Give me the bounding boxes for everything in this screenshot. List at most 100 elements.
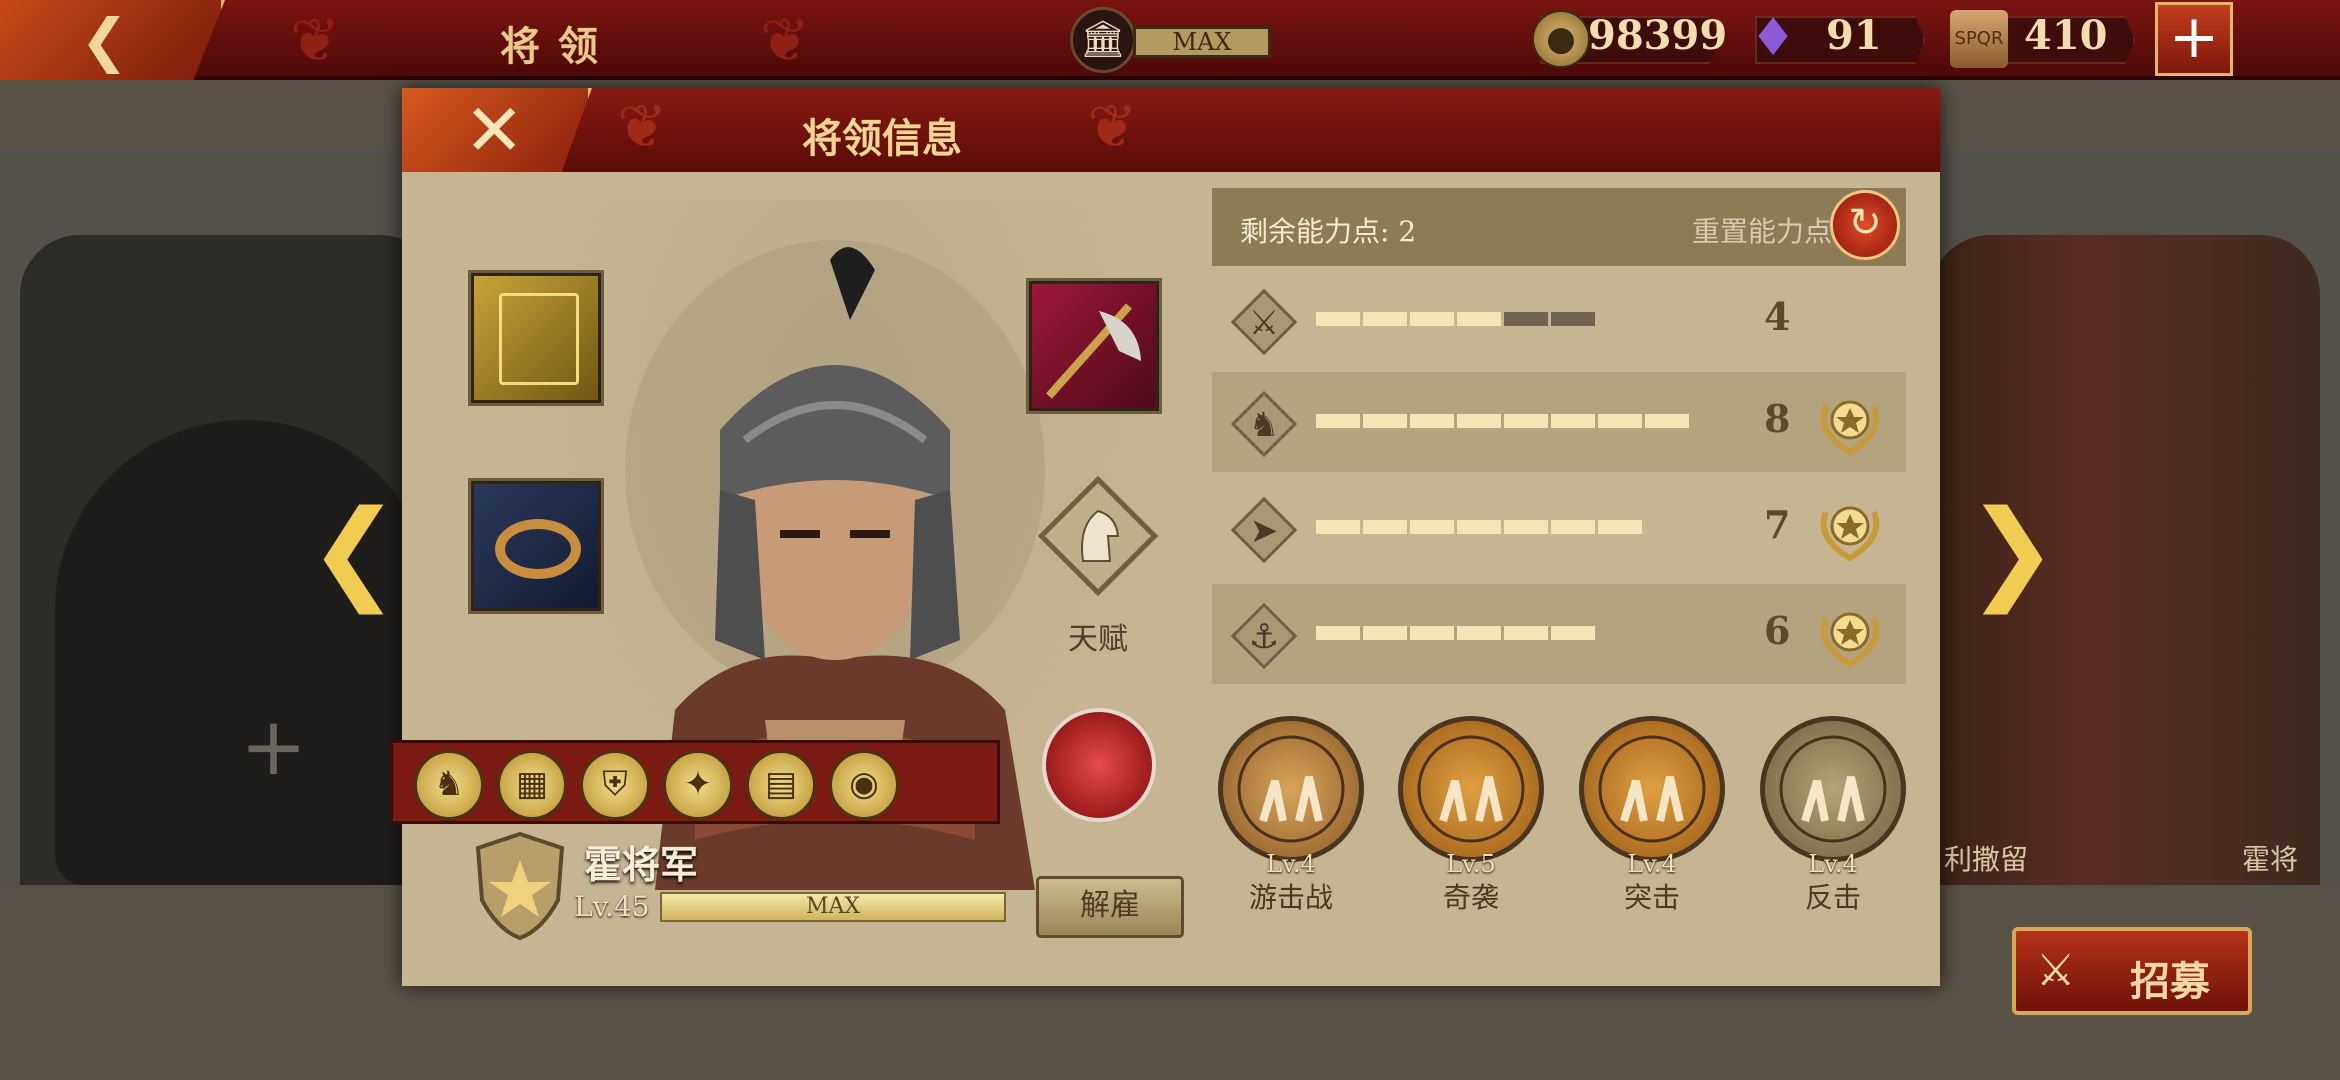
stat-pip-filled [1363,626,1407,640]
stat-pip-filled [1363,520,1407,534]
anchor-icon: ⚓ [1230,602,1298,670]
dialog-header: ✕ ❦ 将领信息 ❦ [402,88,1940,172]
stat-value: 6 [1764,608,1791,653]
coin-value: 98399 [1588,12,1728,59]
laurel-ornament-icon: ❦ [1087,92,1138,162]
laurel-ornament-icon: ❦ [290,6,341,76]
stat-value: 4 [1764,294,1791,339]
svg-text:⚓: ⚓ [1249,617,1279,657]
recruit-label: 招募 [2130,958,2210,1005]
tactic-level: Lv.4 [1808,850,1858,878]
stat-value: 8 [1764,396,1791,441]
stat-pips [1316,520,1642,536]
stat-pips [1316,626,1595,642]
plus-icon: + [240,700,308,793]
horse-medal-icon[interactable]: ♞ [414,750,484,820]
compass-medal-icon[interactable]: ✦ [663,750,733,820]
stat-pips [1316,414,1689,430]
equipment-slot-crown[interactable] [468,478,604,614]
shield-medal-icon[interactable]: ⛨ [580,750,650,820]
back-button[interactable]: ❮ [0,0,225,80]
tactic-4-icon[interactable] [1760,716,1906,862]
stat-row-infantry[interactable]: ⚔ 4 [1212,270,1906,370]
add-resource-button[interactable]: + [2155,2,2233,76]
equipment-slot-weapon[interactable] [1026,278,1162,414]
reset-points-label: 重置能力点 [1692,215,1833,248]
stat-pip-filled [1316,414,1360,428]
svg-text:♞: ♞ [1249,405,1279,445]
building-icon[interactable]: 🏛 [1070,7,1136,73]
coin-icon: ● [1532,10,1590,68]
laurel-star-icon[interactable] [1812,492,1888,564]
close-icon: ✕ [464,88,525,172]
tactic-3-icon[interactable] [1579,716,1725,862]
tactic-1-icon[interactable] [1218,716,1364,862]
hero-level: Lv.45 [574,890,650,923]
book-medal-icon[interactable]: ▤ [746,750,816,820]
laurel-ornament-icon: ❦ [617,92,668,162]
dialog-title: 将领信息 [802,115,962,162]
laurel-star-icon[interactable] [1812,386,1888,458]
tactic-name: 奇袭 [1442,881,1499,914]
building-level-badge: MAX [1133,26,1271,58]
remaining-points-label: 剩余能力点: 2 [1240,215,1417,248]
neighbor-general-name: 利撒留 [1944,843,2029,876]
helmet-medal-icon[interactable]: ◉ [829,750,899,820]
stat-pip-filled [1316,520,1360,534]
svg-text:➤: ➤ [1250,511,1279,551]
stat-pip-filled [1457,520,1501,534]
neighbor-general-name: 霍将 [2242,843,2299,876]
stat-pip-filled [1504,520,1548,534]
axe-weapon-icon [1046,303,1141,399]
page-title: 将领 [500,23,616,70]
stat-pip-empty [1504,312,1548,326]
dismiss-button[interactable]: 解雇 [1036,876,1184,938]
minerva-banner-icon [499,293,579,385]
next-general-arrow-icon[interactable]: ❯ [1966,495,2058,605]
stat-pip-filled [1410,312,1454,326]
close-button[interactable]: ✕ [402,88,592,172]
stat-pip-filled [1410,520,1454,534]
tactic-name: 突击 [1623,881,1680,914]
stat-pip-filled [1551,520,1595,534]
bow-icon: ➤ [1230,496,1298,564]
stat-pip-filled [1410,414,1454,428]
stat-pip-filled [1598,520,1642,534]
sword-icon: ⚔ [1230,288,1298,356]
tactic-2-icon[interactable] [1398,716,1544,862]
back-chevron-icon: ❮ [80,6,129,74]
rank-shield-icon [475,831,565,941]
tactic-level: Lv.4 [1627,850,1677,878]
stat-pip-filled [1551,414,1595,428]
level-progress-bar: MAX [660,892,1006,922]
stat-pips [1316,312,1595,328]
talent-horse-icon[interactable] [1028,466,1168,606]
tactic-level: Lv.5 [1446,850,1496,878]
hero-name: 霍将军 [584,842,699,887]
gem-value: 91 [1826,12,1882,59]
honor-value: 410 [2024,12,2108,59]
stat-pip-filled [1363,414,1407,428]
tactic-name: 反击 [1804,881,1861,914]
reset-points-button[interactable]: ↻ [1830,190,1900,260]
red-gem-icon[interactable] [1042,708,1156,822]
stat-pip-filled [1457,626,1501,640]
stat-row-archery[interactable]: ➤ 7 [1212,478,1906,578]
stat-pip-filled [1551,626,1595,640]
recruit-button[interactable]: ⚔ 招募 [2012,927,2252,1015]
spartan-helmet-icon: ⚔ [2036,945,2076,996]
stat-pip-filled [1504,626,1548,640]
prev-general-arrow-icon[interactable]: ❮ [308,495,400,605]
formation-medal-icon[interactable]: ▦ [497,750,567,820]
stat-pip-filled [1410,626,1454,640]
laurel-ornament-icon: ❦ [760,6,811,76]
stat-pip-filled [1598,414,1642,428]
horse-icon: ♞ [1230,390,1298,458]
stat-pip-filled [1504,414,1548,428]
stat-row-cavalry[interactable]: ♞ 8 [1212,372,1906,472]
equipment-slot-banner[interactable] [468,270,604,406]
spqr-eagle-icon: SPQR [1950,10,2008,68]
stat-pip-filled [1457,414,1501,428]
laurel-star-icon[interactable] [1812,598,1888,670]
stat-row-navy[interactable]: ⚓ 6 [1212,584,1906,684]
